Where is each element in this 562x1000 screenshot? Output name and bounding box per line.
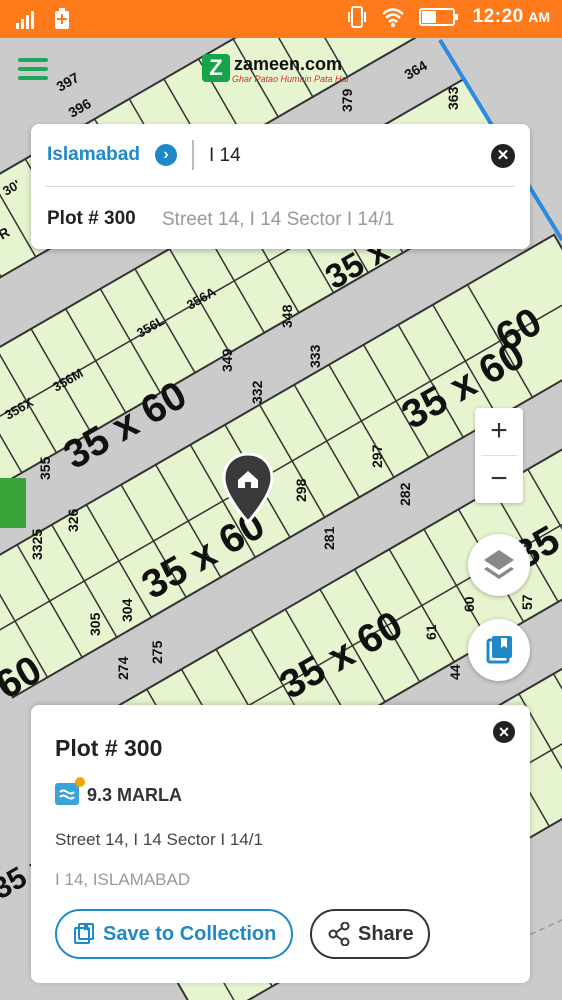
search-result-title[interactable]: Plot # 300 [47,208,136,230]
plot-title: Plot # 300 [55,735,163,761]
collection-button[interactable] [468,619,530,681]
location-pin-icon[interactable] [222,452,274,526]
zoom-controls: + − [475,408,523,503]
map-label: 3325 [29,529,45,560]
logo-mark-icon: Z [202,54,230,82]
map-label: 304 [119,598,135,622]
collection-icon [74,923,94,944]
vibrate-icon [347,6,366,28]
map-label: 305 [87,612,103,636]
map-label: 61 [423,624,439,640]
logo-tagline: Ghar Patao Humain Pata Hai [232,74,349,84]
chevron-right-icon[interactable]: › [155,144,177,166]
map-label: 333 [307,344,323,368]
info-dot-icon[interactable] [75,777,85,787]
status-time: 12:20 [472,6,524,27]
divider [45,186,515,187]
map-label: 349 [219,348,235,372]
plot-locality: I 14, ISLAMABAD [55,870,191,889]
wifi-icon [381,8,404,27]
city-selector[interactable]: Islamabad [47,144,140,166]
battery-icon [418,8,458,26]
map-label: 60 [461,596,477,612]
share-icon [328,922,350,946]
map-label: 298 [293,478,309,502]
map-label: 281 [321,526,337,550]
plot-area: 9.3 MARLA [87,785,183,805]
layers-icon [484,550,514,579]
map-label: 57 [519,594,535,610]
map-label: 282 [397,482,413,506]
map-label: 297 [369,444,385,468]
plot-detail-card: Plot # 300 ✕ 9.3 MARLA Street 14, I 14 S… [31,705,530,983]
collection-icon [486,636,512,664]
share-button[interactable]: Share [310,909,430,959]
divider [192,140,194,170]
search-card: Islamabad › ✕ Plot # 300 Street 14, I 14… [31,124,530,249]
status-ampm: AM [528,9,550,25]
map-label: 363 [445,86,461,110]
search-input[interactable] [209,142,469,170]
map-label: 348 [279,304,295,328]
battery-charging-icon [55,8,69,29]
map-label: 332 [249,380,265,404]
share-label: Share [358,923,414,945]
logo-text: zameen.com [234,54,343,74]
map-label: 274 [115,656,131,680]
signal-icon [16,11,34,29]
map-label: 355 [37,456,53,480]
zameen-logo: Z zameen.com Ghar Patao Humain Pata Hai [202,52,362,92]
status-bar: 12:20 AM [0,0,562,38]
save-to-collection-button[interactable]: Save to Collection [55,909,293,959]
save-to-collection-label: Save to Collection [103,923,277,945]
area-icon [55,783,79,805]
menu-button[interactable] [18,58,48,82]
close-icon[interactable]: ✕ [493,721,515,743]
layers-button[interactable] [468,534,530,596]
zoom-in-button[interactable]: + [475,408,523,455]
map-label: 275 [149,640,165,664]
plot-address: Street 14, I 14 Sector I 14/1 [55,830,263,849]
map-label: 326 [65,508,81,532]
clear-search-icon[interactable]: ✕ [491,144,515,168]
map-label: 44 [447,664,463,680]
zoom-out-button[interactable]: − [475,456,523,503]
search-result-subtitle[interactable]: Street 14, I 14 Sector I 14/1 [162,209,394,231]
